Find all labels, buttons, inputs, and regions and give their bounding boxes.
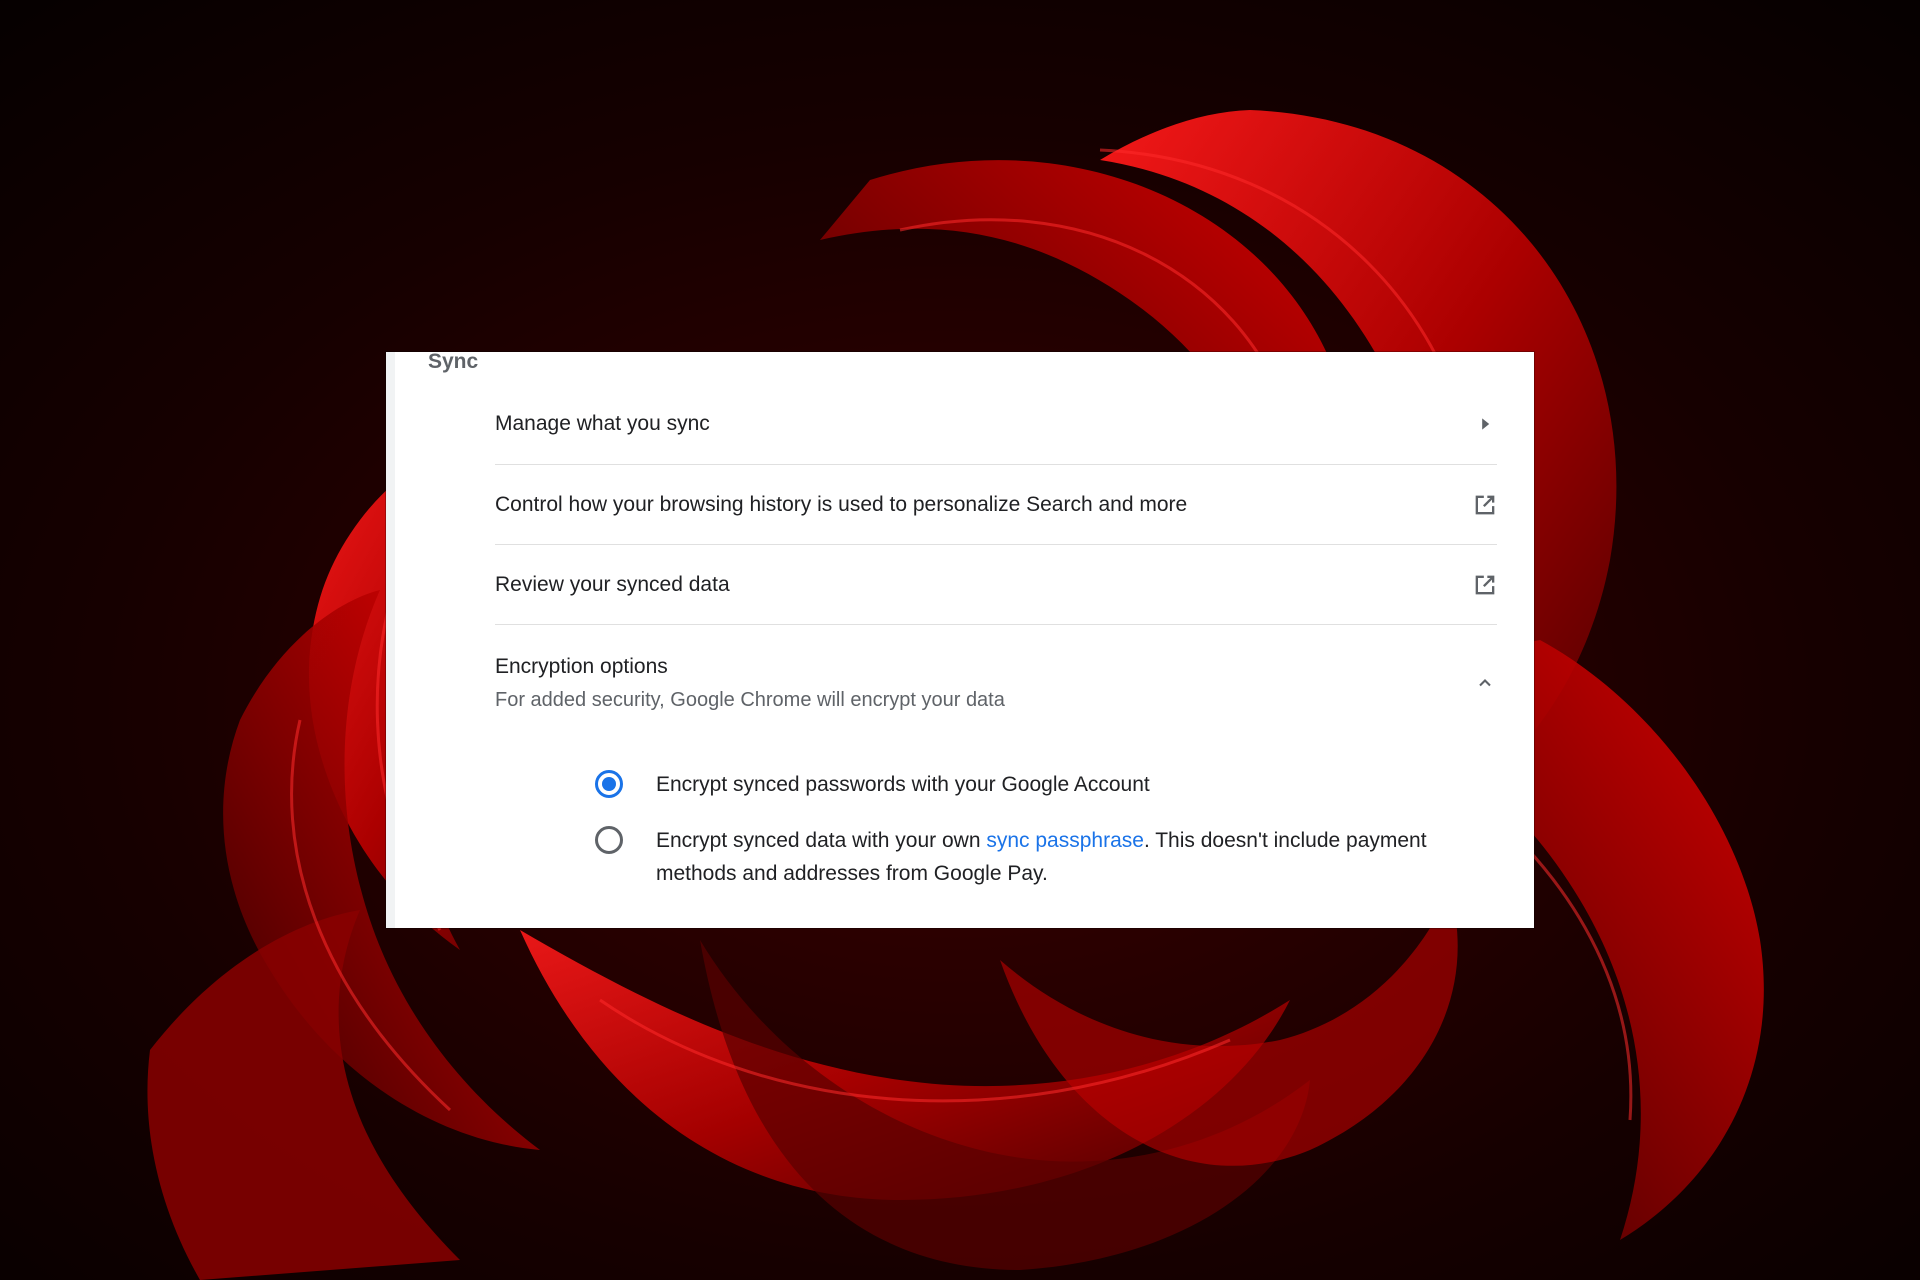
browsing-history-row[interactable]: Control how your browsing history is use… [495,464,1497,545]
browsing-history-label: Control how your browsing history is use… [495,493,1188,516]
encryption-options-row[interactable]: Encryption options For added security, G… [495,624,1497,741]
review-synced-data-label: Review your synced data [495,573,730,596]
radio-button-unselected[interactable] [595,826,623,854]
open-in-new-icon [1465,485,1505,525]
encryption-options-subtitle: For added security, Google Chrome will e… [495,688,1005,711]
manage-sync-label: Manage what you sync [495,412,710,435]
chevron-right-icon [1465,404,1505,444]
chevron-up-icon[interactable] [1465,663,1505,703]
encrypt-with-google-account-option[interactable]: Encrypt synced passwords with your Googl… [595,768,1475,801]
encrypt-with-google-account-label: Encrypt synced passwords with your Googl… [656,773,1150,796]
manage-sync-row[interactable]: Manage what you sync [495,384,1497,464]
sync-passphrase-link[interactable]: sync passphrase [986,829,1144,852]
encryption-options-title: Encryption options [495,654,668,678]
encrypt-with-passphrase-label: Encrypt synced data with your own sync p… [656,824,1475,890]
encrypt-with-passphrase-option[interactable]: Encrypt synced data with your own sync p… [595,824,1475,890]
review-synced-data-row[interactable]: Review your synced data [495,544,1497,625]
sync-settings-panel: Sync Manage what you sync Control how yo… [386,350,1534,928]
open-in-new-icon [1465,565,1505,605]
passphrase-text-before: Encrypt synced data with your own [656,829,987,852]
section-title: Sync [428,350,479,373]
radio-button-selected[interactable] [595,770,623,798]
encryption-options-text: Encryption options For added security, G… [495,655,1005,712]
